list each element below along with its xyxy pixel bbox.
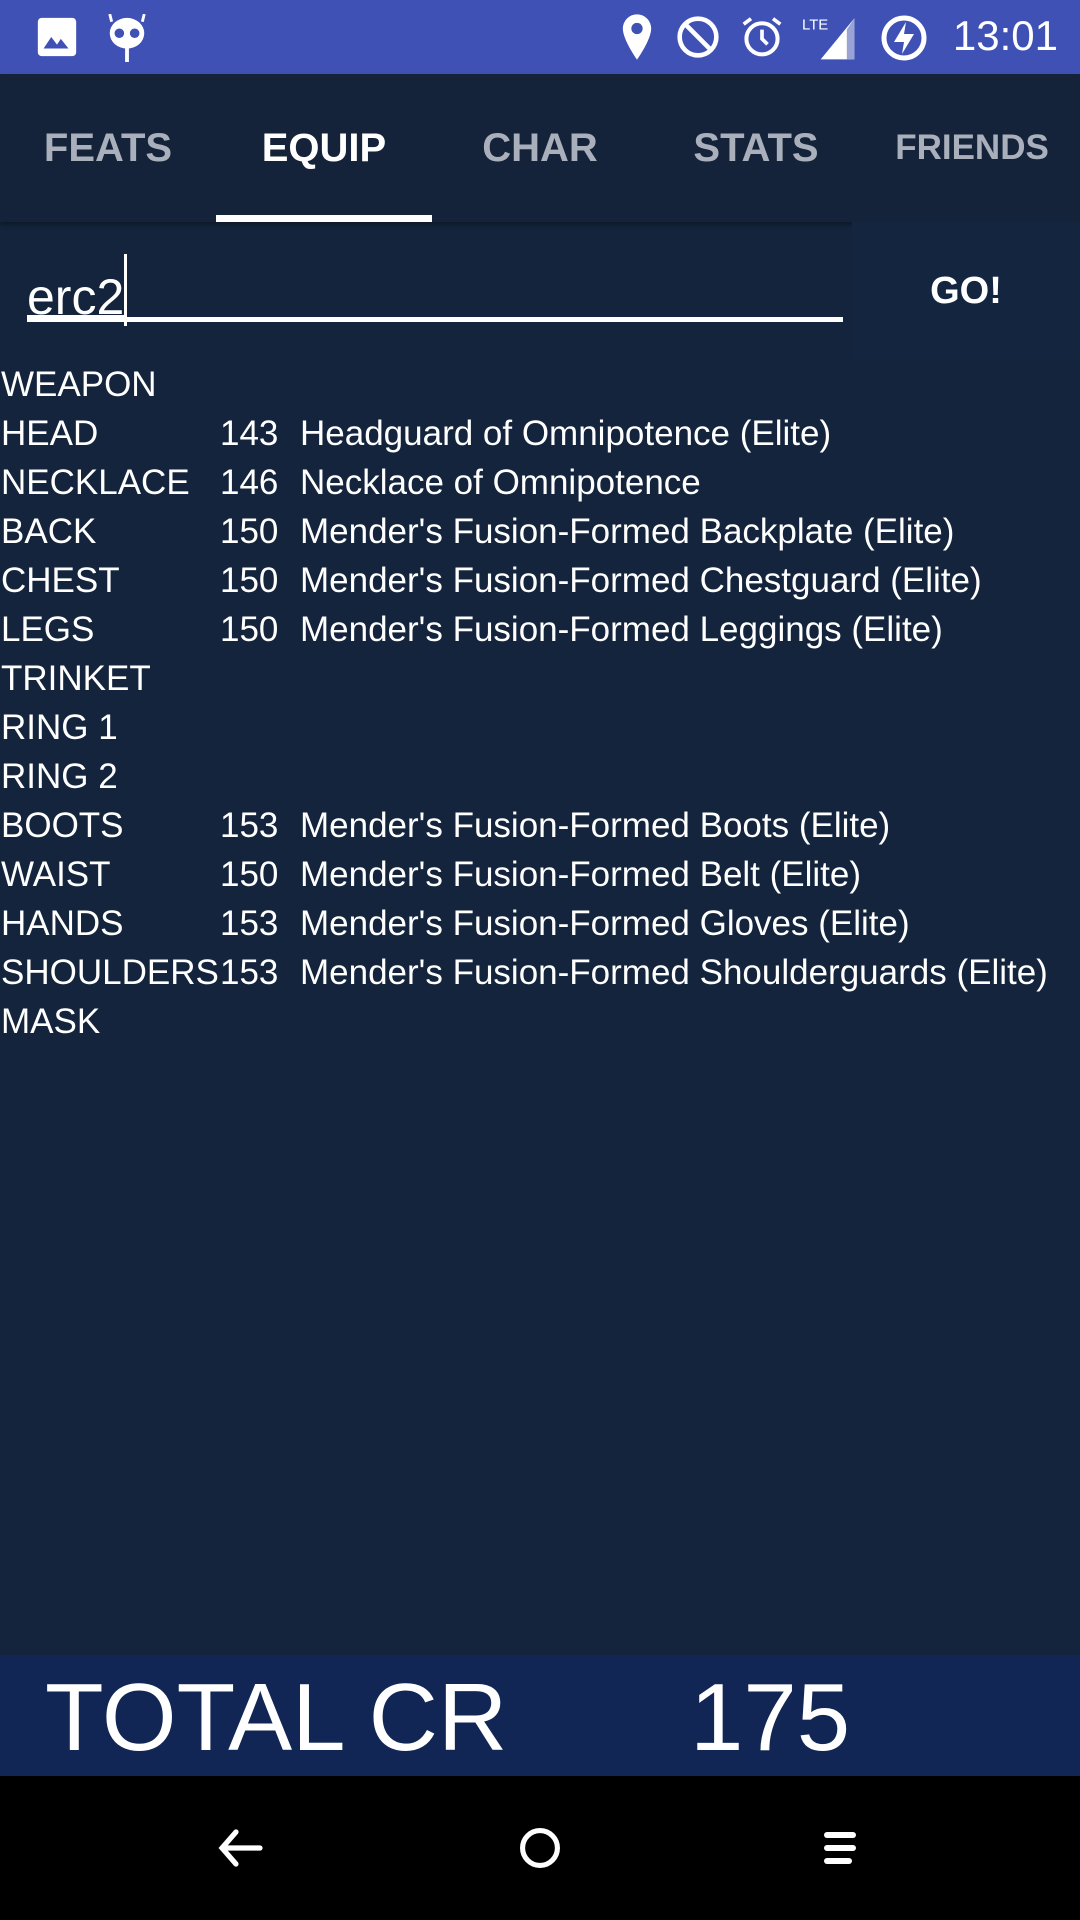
alarm-icon (742, 17, 782, 57)
item-name: Mender's Fusion-Formed Backplate (Elite) (300, 512, 955, 551)
item-level: 150 (220, 561, 279, 600)
do-not-disturb-icon (677, 16, 719, 58)
back-icon (218, 1829, 263, 1867)
tab-stats[interactable]: STATS (648, 74, 864, 222)
slot-label: LEGS (1, 610, 95, 649)
item-name: Mender's Fusion-Formed Belt (Elite) (300, 855, 862, 894)
equipment-row[interactable]: MASK (0, 997, 1080, 1046)
item-name: Mender's Fusion-Formed Gloves (Elite) (300, 904, 910, 943)
equipment-list: WEAPON HEAD 143 Headguard of Omnipotence (E… (0, 360, 1080, 1046)
item-level: 143 (220, 414, 279, 453)
tab-char[interactable]: CHAR (432, 74, 648, 222)
equipment-row[interactable]: HANDS 153 Mender's Fusion-Formed Gloves (E… (0, 899, 1080, 948)
slot-label: SHOULDERS (1, 953, 219, 992)
equipment-row[interactable]: BACK 150 Mender's Fusion-Formed Backplate … (0, 507, 1080, 556)
item-name: Mender's Fusion-Formed Chestguard (Elite… (300, 561, 982, 600)
character-search-input[interactable]: erc2 (27, 252, 843, 326)
home-button[interactable] (508, 1816, 572, 1880)
menu-icon (824, 1832, 856, 1864)
cyanogen-icon (108, 14, 146, 62)
slot-label: HANDS (1, 904, 124, 943)
equipment-row[interactable]: LEGS 150 Mender's Fusion-Formed Leggings (… (0, 605, 1080, 654)
item-level: 153 (220, 953, 279, 992)
text-caret (124, 254, 128, 326)
item-level: 150 (220, 512, 279, 551)
tab-feats[interactable]: FEATS (0, 74, 216, 222)
equipment-row[interactable]: CHEST 150 Mender's Fusion-Formed Chestguar… (0, 556, 1080, 605)
location-icon (622, 14, 652, 60)
slot-label: NECKLACE (1, 463, 190, 502)
item-level: 150 (220, 855, 279, 894)
back-button[interactable] (208, 1816, 272, 1880)
slot-label: WAIST (1, 855, 111, 894)
slot-label: BACK (1, 512, 97, 551)
slot-label: RING 1 (1, 708, 118, 747)
home-icon (520, 1828, 560, 1868)
equipment-row[interactable]: RING 1 (0, 703, 1080, 752)
item-level: 153 (220, 904, 279, 943)
equipment-row[interactable]: TRINKET (0, 654, 1080, 703)
total-cr-value: 175 (690, 1664, 851, 1771)
slot-label: BOOTS (1, 806, 124, 845)
slot-label: MASK (1, 1002, 101, 1041)
equipment-row[interactable]: WEAPON (0, 360, 1080, 409)
svg-text:LTE: LTE (802, 17, 828, 34)
menu-button[interactable] (808, 1816, 872, 1880)
item-level: 146 (220, 463, 279, 502)
item-name: Necklace of Omnipotence (300, 463, 701, 502)
clock: 13:01 (952, 12, 1058, 59)
tab-friends[interactable]: FRIENDS (864, 74, 1080, 222)
image-icon (37, 17, 77, 57)
equipment-row[interactable]: HEAD 143 Headguard of Omnipotence (Elite) (0, 409, 1080, 458)
tab-bar: FEATS EQUIP CHAR STATS FRIENDS (0, 74, 1080, 222)
equipment-row[interactable]: SHOULDERS 153 Mender's Fusion-Formed Shoul… (0, 948, 1080, 997)
slot-label: CHEST (1, 561, 120, 600)
slot-label: TRINKET (1, 659, 151, 698)
item-name: Mender's Fusion-Formed Shoulderguards (E… (300, 953, 1048, 992)
battery-charging-icon (881, 15, 927, 61)
equipment-row[interactable]: NECKLACE 146 Necklace of Omnipotence (0, 458, 1080, 507)
item-name: Mender's Fusion-Formed Leggings (Elite) (300, 610, 943, 649)
tab-equip[interactable]: EQUIP (216, 74, 432, 222)
item-level: 150 (220, 610, 279, 649)
slot-label: WEAPON (1, 365, 157, 404)
go-button[interactable]: GO! (852, 222, 1080, 360)
item-level: 153 (220, 806, 279, 845)
lte-signal-icon: LTE (802, 17, 855, 60)
equipment-row[interactable]: BOOTS 153 Mender's Fusion-Formed Boots (El… (0, 801, 1080, 850)
equipment-row[interactable]: RING 2 (0, 752, 1080, 801)
search-row: erc2 GO! (0, 222, 1080, 360)
item-name: Mender's Fusion-Formed Boots (Elite) (300, 806, 891, 845)
equipment-row[interactable]: WAIST 150 Mender's Fusion-Formed Belt (Eli… (0, 850, 1080, 899)
item-name: Headguard of Omnipotence (Elite) (300, 414, 832, 453)
navigation-bar (0, 1776, 1080, 1920)
status-bar: LTE 13:01 (0, 0, 1080, 74)
total-cr-bar: TOTAL CR 175 (0, 1655, 1080, 1776)
slot-label: RING 2 (1, 757, 118, 796)
slot-label: HEAD (1, 414, 99, 453)
total-cr-label: TOTAL CR (45, 1664, 508, 1771)
